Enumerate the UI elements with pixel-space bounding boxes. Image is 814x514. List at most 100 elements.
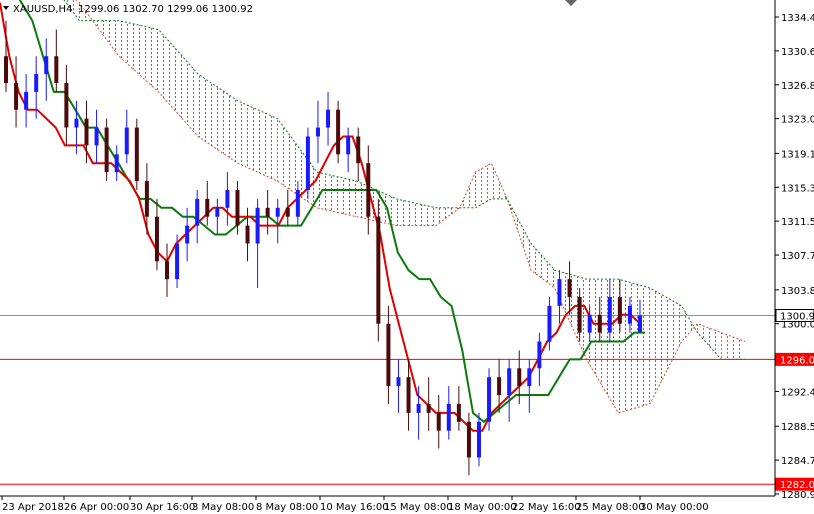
time-tick-label: 26 Apr 00:00 (64, 502, 129, 513)
price-tick-label: 1303.80 (781, 286, 814, 297)
cloud-segment (618, 279, 650, 413)
candle-body (114, 154, 119, 173)
candle-body (94, 127, 99, 146)
candle-body (416, 403, 421, 413)
candle-body (346, 136, 351, 155)
candle-body (245, 225, 250, 244)
candle-body (215, 207, 220, 217)
candle-body (326, 109, 331, 128)
cloud-segment (475, 163, 492, 208)
candle-body (426, 403, 431, 413)
candle-body (124, 127, 129, 155)
candle-body (265, 207, 270, 217)
time-tick-label: 23 Apr 2018 (2, 502, 64, 513)
candle-body (386, 323, 391, 387)
price-tick-label: 1334.40 (781, 13, 814, 24)
candle-body (64, 82, 69, 128)
time-tick-label: 30 Apr 16:00 (130, 502, 195, 513)
price-tick-label: 1288.50 (781, 422, 814, 433)
candle-body (617, 296, 622, 324)
candle-body (24, 91, 29, 110)
candle-body (446, 403, 451, 431)
price-tick-label: 1280.90 (781, 490, 814, 501)
time-tick-label: 10 May 16:00 (320, 502, 389, 513)
kijun-sen-line (18, 0, 645, 424)
tenkan-sen-line (0, 2, 641, 432)
candle-body (406, 377, 411, 413)
cloud-segment (118, 20, 159, 92)
candle-body (185, 225, 190, 244)
candle-body (497, 377, 502, 396)
candle-body (587, 314, 592, 333)
candle-body (517, 368, 522, 387)
time-tick-label: 30 May 00:00 (640, 502, 709, 513)
candle-body (336, 109, 341, 155)
price-tick-label: 1323.00 (781, 115, 814, 126)
candle-body (54, 56, 59, 83)
candle-body (376, 216, 381, 324)
cloud-segment (681, 305, 698, 342)
time-tick-label: 18 May 00:00 (448, 502, 517, 513)
time-axis-ticks: 23 Apr 2018 26 Apr 00:00 30 Apr 16:003 May… (1, 496, 709, 513)
cloud-segment (531, 243, 555, 288)
price-tick-label: 1315.30 (781, 183, 814, 194)
price-tag-label: 1296.00 (780, 355, 814, 366)
candlesticks (4, 20, 642, 476)
candle-body (638, 315, 642, 333)
price-tick-label: 1284.70 (781, 456, 814, 467)
price-axis-ticks: 1334.40 1330.60 1326.80 1323.00 1319.10 1315.… (775, 13, 814, 501)
candle-body (225, 189, 230, 208)
cloud-segment (649, 288, 682, 404)
candle-body (315, 127, 320, 137)
candle-body (74, 118, 79, 128)
candle-body (577, 296, 582, 333)
candle-body (275, 207, 280, 217)
symbol-label: XAUUSD,H4 (13, 4, 72, 15)
kijun-polyline (18, 0, 645, 424)
candle-body (255, 207, 260, 244)
candle-body (144, 181, 149, 217)
candle-body (34, 74, 39, 92)
xauusd-h4-chart[interactable]: 1334.40 1330.60 1326.80 1323.00 1319.10 1315.… (0, 0, 814, 514)
candle-body (4, 56, 8, 83)
candle-body (627, 305, 632, 324)
price-tag-label: 1300.92 (780, 312, 814, 323)
candle-body (436, 412, 441, 431)
ohlc-readout: 1299.06 1302.70 1299.06 1300.92 (78, 4, 253, 15)
candle-body (476, 421, 481, 458)
time-tick-label: 3 May 08:00 (192, 502, 254, 513)
tenkan-polyline (0, 2, 641, 432)
cloud-segment (586, 279, 619, 413)
candle-body (175, 243, 180, 280)
candle-body (134, 127, 139, 182)
candle-body (456, 403, 461, 422)
time-tick-label: 22 May 16:00 (512, 502, 581, 513)
candle-body (607, 296, 612, 333)
candle-body (84, 118, 89, 146)
candle-body (195, 198, 200, 226)
cloud-segment (697, 323, 722, 360)
scroll-marker-icon[interactable] (565, 0, 577, 6)
cloud-segment (317, 172, 357, 217)
candle-body (567, 279, 572, 297)
collapse-triangle-icon[interactable] (3, 6, 9, 10)
candle-body (597, 314, 602, 333)
time-tick-label: 25 May 08:00 (576, 502, 645, 513)
time-tick-label: 15 May 08:00 (384, 502, 453, 513)
price-tick-label: 1307.70 (781, 251, 814, 262)
price-tick-label: 1326.80 (781, 81, 814, 92)
candle-body (507, 368, 512, 396)
candle-body (527, 368, 532, 387)
candle-body (356, 136, 361, 164)
candle-body (165, 261, 170, 280)
candle-body (547, 305, 552, 342)
price-tick-label: 1311.50 (781, 217, 814, 228)
candle-body (285, 207, 290, 217)
price-tick-label: 1330.60 (781, 47, 814, 58)
candle-body (305, 136, 310, 190)
candle-body (557, 279, 562, 306)
candle-body (366, 163, 371, 217)
candle-body (396, 377, 401, 387)
candle-body (487, 377, 492, 422)
price-tick-label: 1319.10 (781, 149, 814, 160)
